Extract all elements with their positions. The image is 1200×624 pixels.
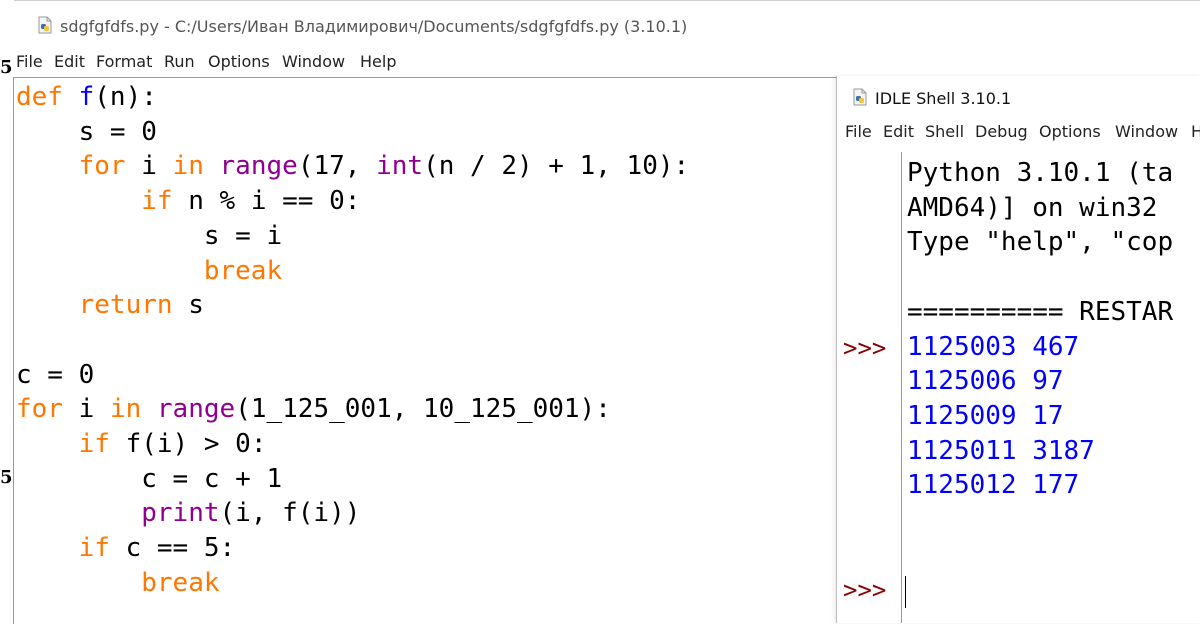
shell-text-line: ========== RESTAR <box>907 296 1174 327</box>
shell-menu-options[interactable]: Options <box>1039 122 1101 141</box>
code-token-kw: break <box>141 567 220 598</box>
shell-menu-window[interactable]: Window <box>1115 122 1178 141</box>
code-line: if f(i) > 0: <box>16 427 267 461</box>
shell-menu-help[interactable]: H <box>1191 122 1200 141</box>
shell-output-line: 1125009 17 <box>907 400 1064 431</box>
code-line: if c == 5: <box>16 531 236 565</box>
menu-format[interactable]: Format <box>96 52 152 71</box>
code-token-kw: for <box>78 151 126 182</box>
code-token-kw: if <box>141 186 173 217</box>
python-file-icon <box>38 16 52 34</box>
code-token-kw: if <box>78 429 110 459</box>
shell-text-line: Python 3.10.1 (ta <box>907 158 1174 188</box>
menu-options[interactable]: Options <box>208 52 270 71</box>
code-line: return s <box>16 288 204 322</box>
shell-prompt: >>> <box>843 576 887 604</box>
editor-title: sdgfgfdfs.py - C:/Users/Иван Владимирови… <box>60 17 688 36</box>
edge-mark: 5 <box>0 467 13 488</box>
shell-menu-shell[interactable]: Shell <box>925 122 964 141</box>
code-token-bi: range <box>219 151 298 182</box>
shell-window: IDLE Shell 3.10.1 File Edit Shell Debug … <box>836 76 1200 623</box>
code-token: c = 0 <box>16 359 95 390</box>
code-token: c = c + 1 <box>16 463 283 494</box>
code-token-kw: def <box>16 82 63 112</box>
shell-text-line: Type "help", "cop <box>907 227 1174 258</box>
code-line: def f(n): <box>16 80 157 114</box>
code-line: break <box>16 254 282 288</box>
code-token-kw: for <box>16 394 63 425</box>
code-token: (n): <box>94 82 157 112</box>
code-token-bi: range <box>156 394 236 425</box>
shell-output-line: 1125012 177 <box>907 470 1080 501</box>
code-token: s = 0 <box>16 116 157 147</box>
shell-output-line: 1125003 467 <box>907 331 1080 362</box>
code-token: i <box>125 151 173 182</box>
code-line: s = i <box>16 219 282 253</box>
shell-output-line: 1125011 3187 <box>907 435 1095 466</box>
code-token: c == 5: <box>109 533 236 564</box>
code-line: for i in range(17, int(n / 2) + 1, 10): <box>16 149 690 183</box>
menu-file[interactable]: File <box>16 52 43 71</box>
code-line: if n % i == 0: <box>16 184 360 218</box>
menu-help[interactable]: Help <box>360 52 396 71</box>
shell-prompt: >>> <box>843 334 887 362</box>
menu-edit[interactable]: Edit <box>54 52 85 71</box>
code-token: f(i) > 0: <box>109 429 267 459</box>
edge-mark: 5 <box>0 57 13 78</box>
code-line: c = c + 1 <box>16 462 282 496</box>
code-token-kw: in <box>109 394 142 425</box>
editor-menubar: File Edit Format Run Options Window Help <box>14 50 836 76</box>
code-line: break <box>16 566 220 600</box>
shell-output[interactable]: Python 3.10.1 (ta AMD64)] on win32 Type "h… <box>907 152 1200 623</box>
code-line: print(i, f(i)) <box>16 496 360 530</box>
code-token-kw: return <box>78 290 173 321</box>
code-token: (1_125_001, 10_125_001): <box>235 394 611 425</box>
shell-menu-edit[interactable]: Edit <box>883 122 914 141</box>
code-token: (n / 2) + 1, 10): <box>423 151 690 182</box>
code-token: (17, <box>297 151 377 182</box>
shell-titlebar[interactable]: IDLE Shell 3.10.1 <box>837 76 1200 118</box>
code-token-df: f <box>78 82 95 112</box>
code-token: i <box>62 394 110 425</box>
shell-title: IDLE Shell 3.10.1 <box>875 89 1012 108</box>
prompt-gutter: >>> >>> <box>837 152 906 623</box>
shell-menubar: File Edit Shell Debug Options Window H <box>837 120 1200 146</box>
code-token-bi: print <box>141 498 220 529</box>
menu-window[interactable]: Window <box>282 52 345 71</box>
shell-menu-file[interactable]: File <box>845 122 872 141</box>
code-token: s = i <box>16 220 283 251</box>
shell-menu-debug[interactable]: Debug <box>975 122 1028 141</box>
menu-run[interactable]: Run <box>164 52 195 71</box>
code-token: (i, f(i)) <box>219 498 361 529</box>
code-token-kw: break <box>203 255 283 286</box>
code-token: n % i == 0: <box>172 186 361 217</box>
code-token-kw: if <box>78 533 110 564</box>
code-line: s = 0 <box>16 115 157 149</box>
code-line: c = 0 <box>16 358 94 392</box>
code-line: for i in range(1_125_001, 10_125_001): <box>16 392 611 426</box>
shell-text-line: AMD64)] on win32 <box>907 192 1158 223</box>
python-shell-icon <box>853 88 867 106</box>
shell-output-line: 1125006 97 <box>907 366 1064 397</box>
code-editor[interactable]: def f(n): s = 0 for i in range(17, int(n… <box>13 77 837 624</box>
text-cursor <box>905 576 906 608</box>
code-token-bi: int <box>376 151 424 182</box>
editor-titlebar[interactable]: sdgfgfdfs.py - C:/Users/Иван Владимирови… <box>14 0 1200 49</box>
code-token-kw: in <box>172 151 204 182</box>
code-token: s <box>172 290 204 321</box>
